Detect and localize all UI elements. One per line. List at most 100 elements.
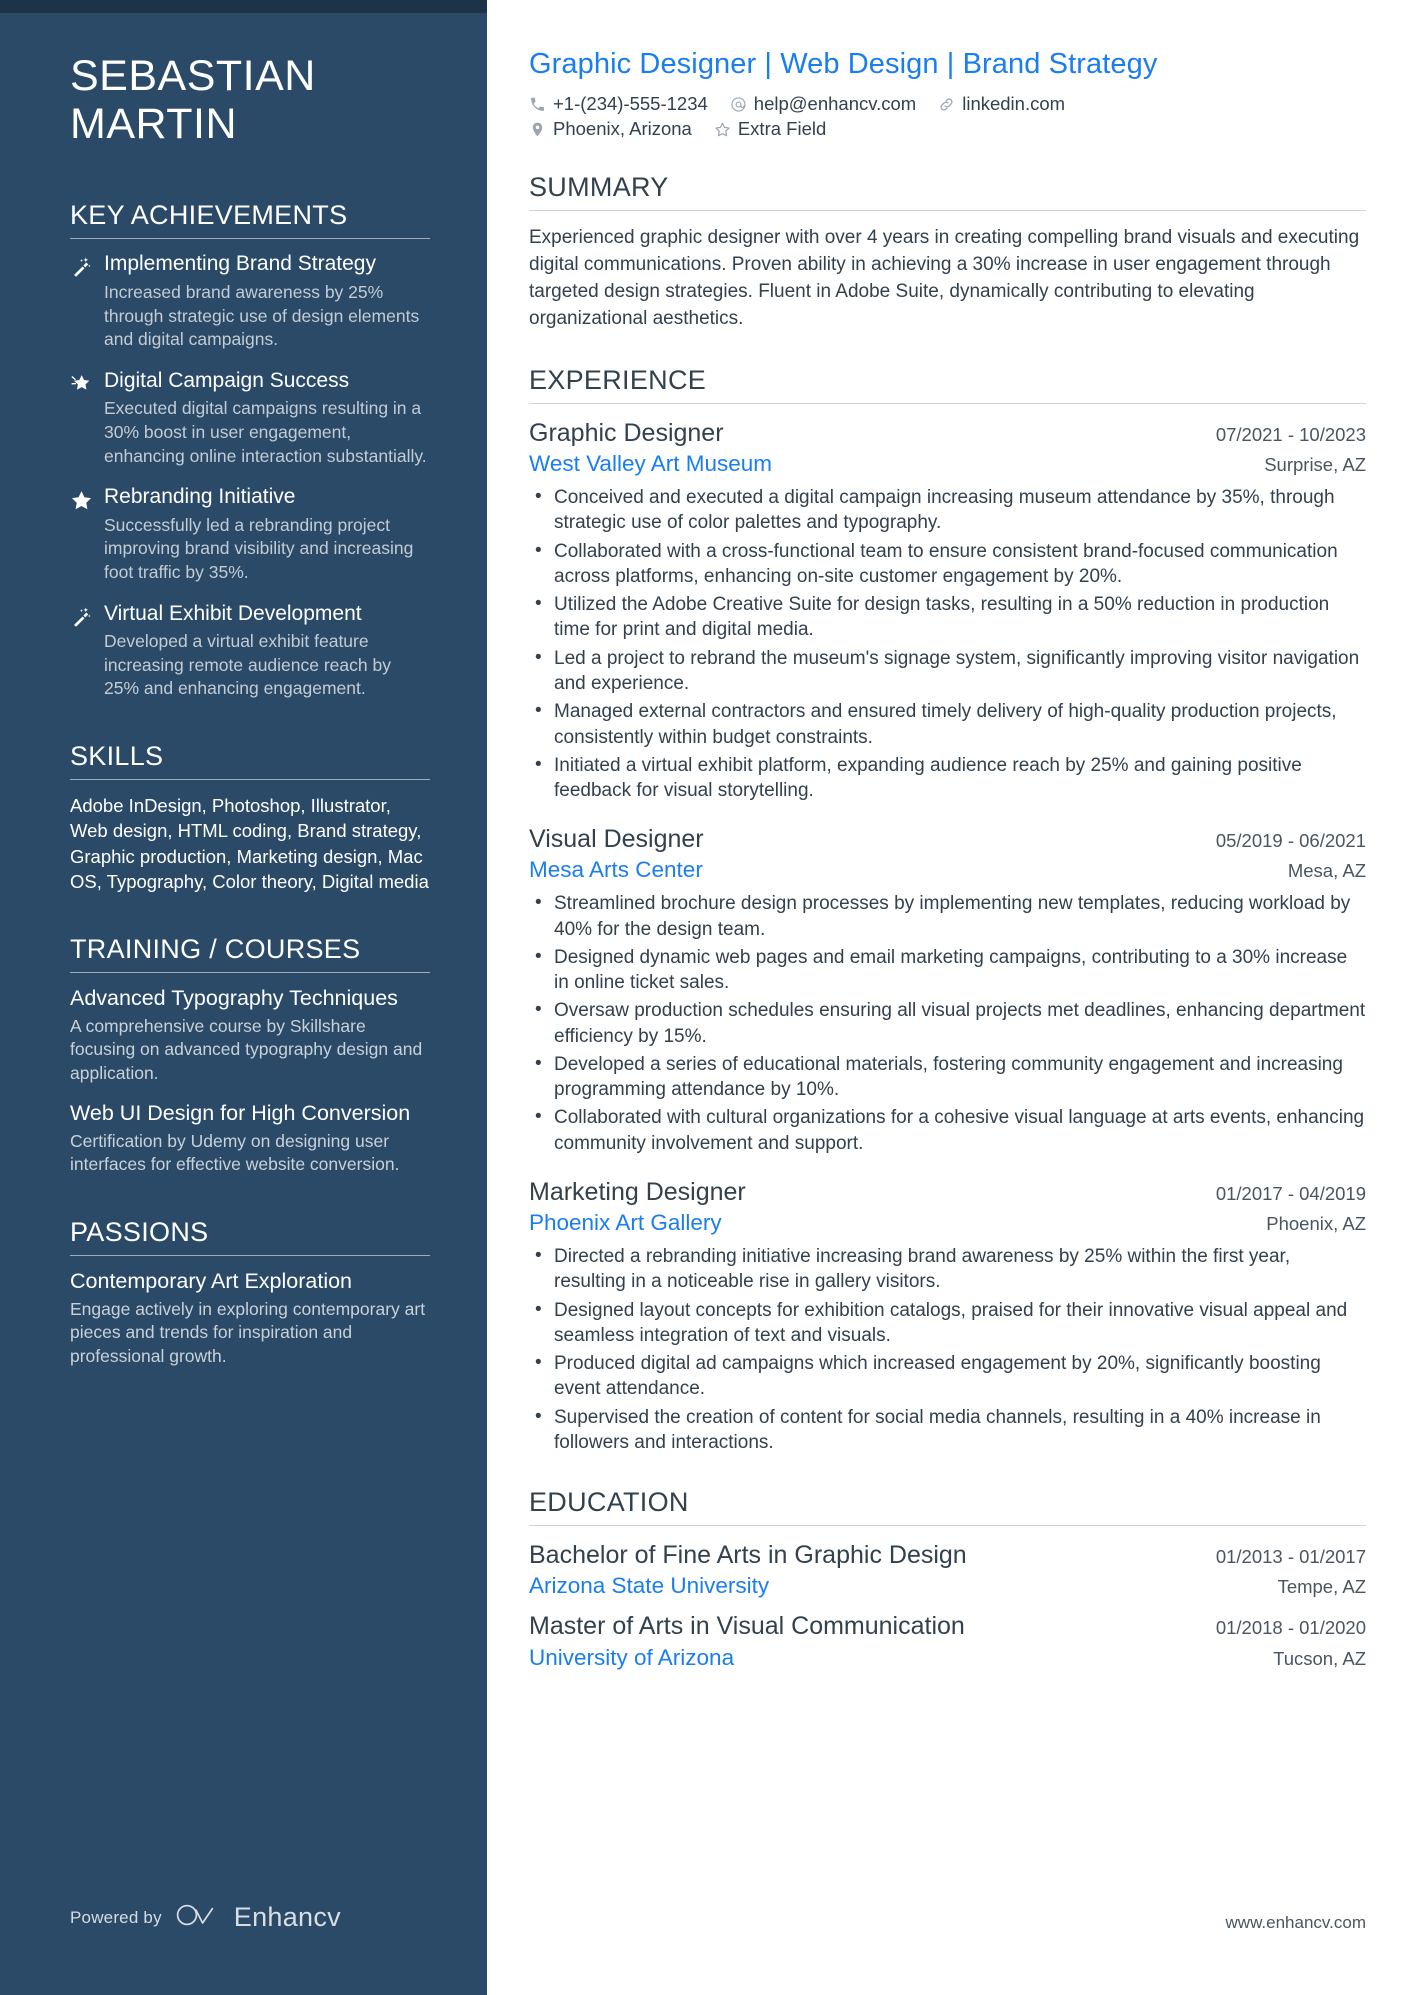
name-last-line: MARTIN — [70, 100, 238, 149]
candidate-name: SEBASTIAN MARTIN — [70, 0, 430, 148]
achievement-title: Digital Campaign Success — [104, 368, 350, 392]
achievement-description: Developed a virtual exhibit feature incr… — [104, 631, 391, 699]
contact-phone[interactable]: +1-(234)-555-1234 — [529, 93, 708, 115]
name-first-line: SEBASTIAN — [70, 52, 316, 100]
course-item: Web UI Design for High Conversion Certif… — [70, 1101, 430, 1176]
linkedin-text: linkedin.com — [962, 93, 1066, 115]
job-company[interactable]: Mesa Arts Center — [529, 856, 703, 883]
location-text: Phoenix, Arizona — [553, 118, 692, 140]
star-outline-icon — [714, 121, 731, 138]
job-title: Graphic Designer — [529, 419, 724, 448]
degree-date-range: 01/2018 - 01/2020 — [1215, 1617, 1366, 1639]
star-icon — [70, 485, 104, 584]
job-location: Phoenix, AZ — [1266, 1212, 1366, 1234]
section-divider — [529, 210, 1366, 212]
degree-title: Master of Arts in Visual Communication — [529, 1612, 965, 1641]
achievement-title: Implementing Brand Strategy — [104, 252, 376, 276]
skills-section: SKILLS Adobe InDesign, Photoshop, Illust… — [70, 741, 430, 894]
section-divider — [70, 972, 430, 974]
achievement-item: Implementing Brand Strategy Increased br… — [70, 252, 430, 351]
professional-headline: Graphic Designer | Web Design | Brand St… — [529, 48, 1158, 80]
job-location: Surprise, AZ — [1264, 454, 1366, 476]
experience-entry: Graphic Designer 07/2021 - 10/2023 West … — [529, 418, 1366, 803]
school-name[interactable]: Arizona State University — [529, 1572, 769, 1600]
magic-wand-icon — [70, 602, 104, 701]
job-title: Visual Designer — [529, 825, 704, 854]
achievement-title: Rebranding Initiative — [104, 485, 296, 509]
job-date-range: 05/2019 - 06/2021 — [1215, 830, 1366, 852]
contact-row-primary: +1-(234)-555-1234 help@enhancv.com linke… — [529, 93, 1366, 115]
contact-email[interactable]: help@enhancv.com — [730, 93, 916, 115]
achievement-item: Virtual Exhibit Development Developed a … — [70, 602, 430, 701]
job-bullet: Initiated a virtual exhibit platform, ex… — [529, 752, 1366, 804]
experience-section: EXPERIENCE Graphic Designer 07/2021 - 10… — [529, 365, 1366, 1455]
job-bullet: Directed a rebranding initiative increas… — [529, 1243, 1366, 1295]
achievement-description: Increased brand awareness by 25% through… — [104, 281, 420, 350]
email-text: help@enhancv.com — [753, 93, 917, 115]
achievement-description: Executed digital campaigns resulting in … — [104, 398, 427, 466]
resume-page: SEBASTIAN MARTIN KEY ACHIEVEMENTS Implem… — [0, 0, 1410, 1995]
job-bullet: Utilized the Adobe Creative Suite for de… — [529, 591, 1366, 643]
passion-item: Contemporary Art Exploration Engage acti… — [70, 1269, 430, 1369]
section-divider — [70, 779, 430, 781]
achievement-item: Rebranding Initiative Successfully led a… — [70, 485, 430, 584]
skills-list: Adobe InDesign, Photoshop, Illustrator, … — [70, 795, 429, 893]
job-date-range: 07/2021 - 10/2023 — [1215, 424, 1366, 446]
section-divider — [529, 403, 1366, 405]
passion-description: Engage actively in exploring contemporar… — [70, 1298, 426, 1366]
section-divider — [529, 1525, 1366, 1527]
school-name[interactable]: University of Arizona — [529, 1644, 734, 1672]
contact-extra-field[interactable]: Extra Field — [714, 118, 826, 140]
key-achievements-section: KEY ACHIEVEMENTS Implementing Brand Stra… — [70, 200, 430, 701]
summary-text: Experienced graphic designer with over 4… — [529, 227, 1360, 330]
contact-location[interactable]: Phoenix, Arizona — [529, 118, 692, 140]
job-company[interactable]: West Valley Art Museum — [529, 450, 772, 477]
job-bullet: Conceived and executed a digital campaig… — [529, 484, 1366, 536]
education-heading: EDUCATION — [529, 1487, 689, 1518]
job-location: Mesa, AZ — [1287, 860, 1366, 882]
experience-entry: Marketing Designer 01/2017 - 04/2019 Pho… — [529, 1177, 1366, 1455]
site-url-footer: www.enhancv.com — [1225, 1913, 1366, 1932]
location-pin-icon — [529, 121, 546, 138]
course-item: Advanced Typography Techniques A compreh… — [70, 986, 430, 1085]
section-divider — [70, 238, 430, 240]
magic-wand-icon — [70, 252, 104, 351]
degree-date-range: 01/2013 - 01/2017 — [1215, 1546, 1366, 1568]
powered-by-footer: Powered by Enhancv — [70, 1902, 341, 1933]
job-bullet: Collaborated with cultural organizations… — [529, 1104, 1366, 1156]
education-entry: Master of Arts in Visual Communication 0… — [529, 1611, 1366, 1671]
link-icon — [938, 96, 955, 113]
enhancv-brand-name: Enhancv — [233, 1902, 341, 1932]
training-courses-section: TRAINING / COURSES Advanced Typography T… — [70, 934, 430, 1176]
job-bullet: Streamlined brochure design processes by… — [529, 890, 1366, 942]
job-bullet-list: Conceived and executed a digital campaig… — [529, 484, 1366, 804]
job-company[interactable]: Phoenix Art Gallery — [529, 1209, 722, 1236]
job-bullet-list: Streamlined brochure design processes by… — [529, 890, 1366, 1156]
sidebar: SEBASTIAN MARTIN KEY ACHIEVEMENTS Implem… — [0, 0, 487, 1995]
job-bullet: Supervised the creation of content for s… — [529, 1404, 1366, 1456]
section-divider — [70, 1254, 430, 1256]
school-location: Tucson, AZ — [1273, 1647, 1366, 1669]
extra-field-text: Extra Field — [737, 118, 827, 140]
passions-section: PASSIONS Contemporary Art Exploration En… — [70, 1217, 430, 1369]
contact-linkedin[interactable]: linkedin.com — [938, 93, 1065, 115]
school-location: Tempe, AZ — [1277, 1576, 1366, 1598]
education-section: EDUCATION Bachelor of Fine Arts in Graph… — [529, 1487, 1366, 1672]
job-bullet: Managed external contractors and ensured… — [529, 698, 1366, 750]
summary-section: SUMMARY Experienced graphic designer wit… — [529, 172, 1366, 333]
experience-heading: EXPERIENCE — [529, 365, 707, 396]
experience-entry: Visual Designer 05/2019 - 06/2021 Mesa A… — [529, 824, 1366, 1156]
job-bullet: Oversaw production schedules ensuring al… — [529, 997, 1366, 1049]
shooting-star-icon — [70, 369, 104, 468]
enhancv-logo-icon — [175, 1902, 221, 1933]
achievement-item: Digital Campaign Success Executed digita… — [70, 369, 430, 468]
contact-row-secondary: Phoenix, Arizona Extra Field — [529, 118, 1366, 140]
job-bullet: Collaborated with a cross-functional tea… — [529, 538, 1366, 590]
course-title: Advanced Typography Techniques — [70, 986, 398, 1011]
achievement-title: Virtual Exhibit Development — [104, 601, 362, 625]
summary-heading: SUMMARY — [529, 172, 669, 203]
course-description: A comprehensive course by Skillshare foc… — [70, 1015, 423, 1083]
job-bullet-list: Directed a rebranding initiative increas… — [529, 1243, 1366, 1456]
job-bullet: Designed dynamic web pages and email mar… — [529, 944, 1366, 996]
degree-title: Bachelor of Fine Arts in Graphic Design — [529, 1541, 967, 1570]
